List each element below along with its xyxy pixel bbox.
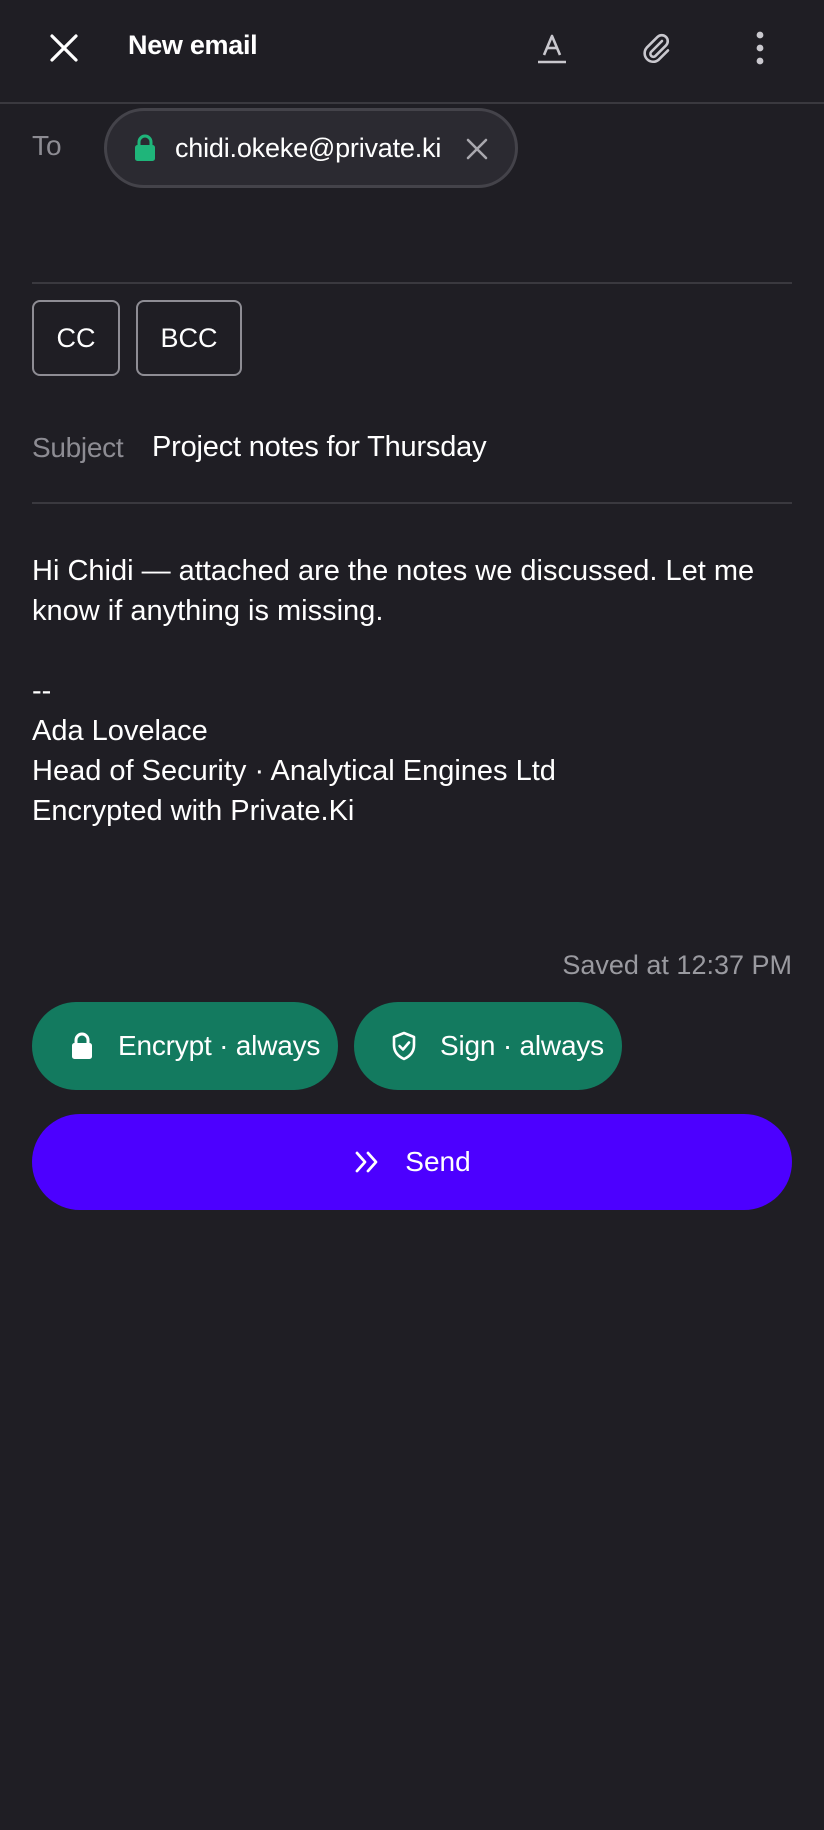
- double-chevron-right-icon: [355, 1151, 378, 1173]
- cc-button[interactable]: CC: [32, 300, 120, 376]
- subject-input[interactable]: Project notes for Thursday: [152, 431, 487, 464]
- more-options-button[interactable]: [732, 20, 788, 76]
- text-format-button[interactable]: [524, 20, 580, 76]
- paperclip-icon: [643, 33, 670, 64]
- encrypt-label: Encrypt · always: [118, 1030, 321, 1061]
- close-button[interactable]: [36, 20, 92, 76]
- close-icon: [50, 34, 78, 62]
- send-label: Send: [405, 1146, 471, 1177]
- encrypt-toggle[interactable]: Encrypt · always: [32, 1002, 338, 1090]
- text-format-icon: [538, 34, 566, 64]
- to-label: To: [32, 130, 62, 161]
- attach-button[interactable]: [628, 20, 684, 76]
- signature-footer: Encrypted with Private.Ki: [32, 795, 355, 827]
- signature-separator: --: [32, 675, 52, 707]
- bcc-button[interactable]: BCC: [136, 300, 242, 376]
- to-field[interactable]: To chidi.okeke@private.ki: [32, 104, 792, 284]
- body-paragraph: Hi Chidi — attached are the notes we dis…: [32, 555, 755, 627]
- recipient-address: chidi.okeke@private.ki: [175, 132, 442, 163]
- more-vertical-icon: [756, 31, 764, 65]
- saved-status: Saved at 12:37 PM: [562, 950, 792, 980]
- remove-recipient-button[interactable]: [459, 131, 495, 167]
- message-body[interactable]: Hi Chidi — attached are the notes we dis…: [32, 551, 792, 831]
- lock-icon: [135, 134, 155, 161]
- page-title: New email: [128, 30, 258, 60]
- signature-name: Ada Lovelace: [32, 715, 208, 747]
- app-header: New email: [0, 0, 824, 104]
- subject-field[interactable]: Subject Project notes for Thursday: [32, 400, 792, 504]
- sign-label: Sign · always: [440, 1030, 604, 1061]
- sign-toggle[interactable]: Sign · always: [354, 1002, 622, 1090]
- subject-label: Subject: [32, 432, 124, 463]
- send-button[interactable]: Send: [32, 1114, 792, 1210]
- lock-icon: [72, 1032, 92, 1059]
- recipient-chip[interactable]: chidi.okeke@private.ki: [104, 108, 518, 188]
- close-icon: [466, 138, 488, 160]
- shield-check-icon: [392, 1031, 416, 1061]
- signature-title: Head of Security · Analytical Engines Lt…: [32, 755, 556, 787]
